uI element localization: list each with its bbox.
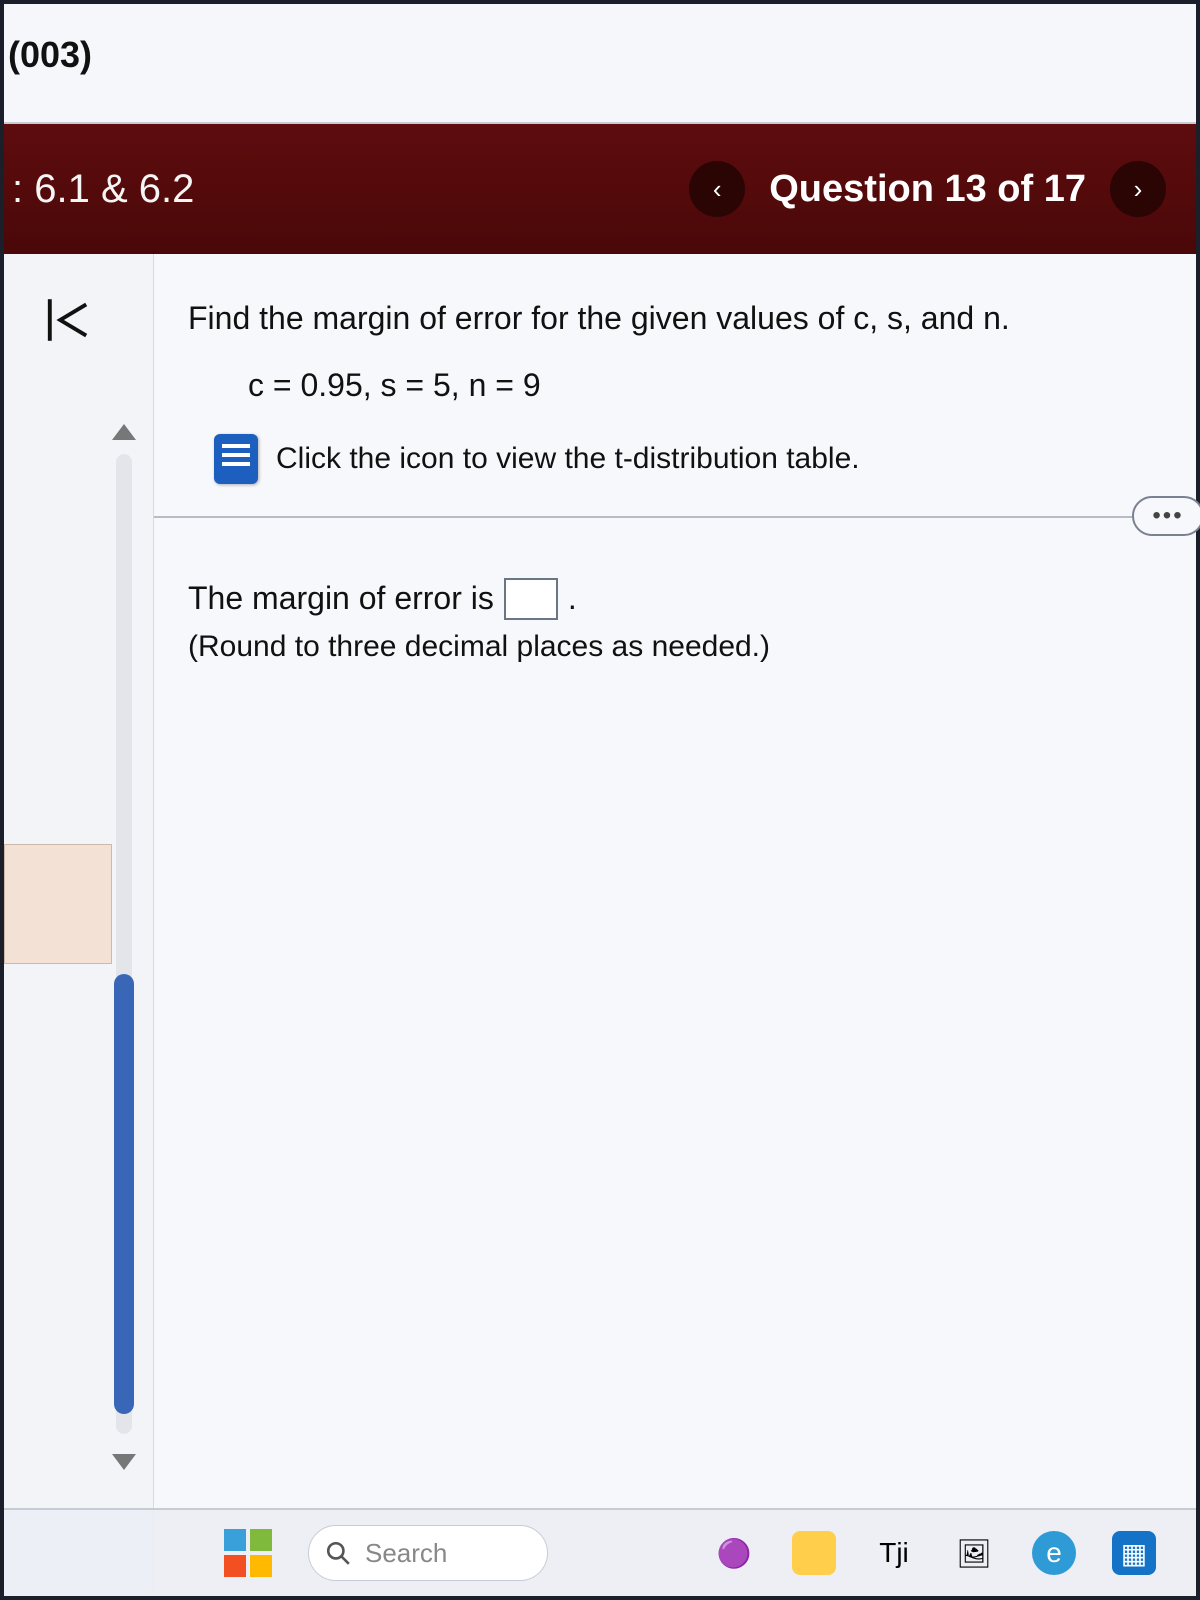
question-counter: Question 13 of 17 bbox=[769, 168, 1086, 211]
taskbar-search-placeholder: Search bbox=[365, 1538, 447, 1569]
file-explorer-icon[interactable] bbox=[792, 1531, 836, 1575]
section-title: : 6.1 & 6.2 bbox=[12, 167, 194, 212]
question-thumbnail-current[interactable] bbox=[4, 844, 112, 964]
t-distribution-table-button[interactable] bbox=[214, 434, 258, 484]
rounding-hint: (Round to three decimal places as needed… bbox=[188, 630, 770, 664]
taskbar-search[interactable]: Search bbox=[308, 1525, 548, 1581]
scroll-up-button[interactable] bbox=[112, 424, 136, 440]
question-navigator-sidebar bbox=[4, 254, 154, 1596]
margin-of-error-input[interactable] bbox=[504, 578, 558, 620]
collapse-sidebar-button[interactable] bbox=[32, 284, 104, 356]
answer-period: . bbox=[568, 580, 577, 617]
collapse-left-icon bbox=[42, 294, 94, 346]
question-prompt: Find the margin of error for the given v… bbox=[188, 296, 1146, 341]
question-content: Find the margin of error for the given v… bbox=[154, 254, 1196, 1596]
answer-lead-text: The margin of error is bbox=[188, 580, 494, 617]
scroll-down-button[interactable] bbox=[112, 1454, 136, 1470]
tab-code: (003) bbox=[4, 34, 1196, 76]
next-question-button[interactable]: › bbox=[1110, 161, 1166, 217]
search-icon bbox=[325, 1540, 351, 1566]
question-nav: ‹ Question 13 of 17 › bbox=[689, 161, 1166, 217]
windows-taskbar: Search 🟣 Tji 🖼 e ▦ bbox=[4, 1508, 1196, 1596]
taskbar-app-icon[interactable]: Tji bbox=[872, 1531, 916, 1575]
assignment-header: : 6.1 & 6.2 ‹ Question 13 of 17 › bbox=[4, 124, 1196, 254]
browser-chrome-top: (003) bbox=[4, 4, 1196, 124]
prev-question-button[interactable]: ‹ bbox=[689, 161, 745, 217]
answer-row: The margin of error is . (Round to three… bbox=[188, 578, 1146, 664]
sidebar-scroll-thumb[interactable] bbox=[114, 974, 134, 1414]
t-distribution-link-text[interactable]: Click the icon to view the t-distributio… bbox=[276, 442, 860, 476]
taskbar-app-icon[interactable]: 🟣 bbox=[712, 1531, 756, 1575]
microsoft-store-icon[interactable]: ▦ bbox=[1112, 1531, 1156, 1575]
windows-logo-icon bbox=[224, 1529, 246, 1551]
start-button[interactable] bbox=[224, 1529, 272, 1577]
content-divider: ••• bbox=[154, 516, 1196, 518]
edge-browser-icon[interactable]: e bbox=[1032, 1531, 1076, 1575]
more-options-button[interactable]: ••• bbox=[1132, 496, 1200, 536]
taskbar-app-icon[interactable]: 🖼 bbox=[952, 1531, 996, 1575]
question-parameters: c = 0.95, s = 5, n = 9 bbox=[248, 367, 1146, 404]
